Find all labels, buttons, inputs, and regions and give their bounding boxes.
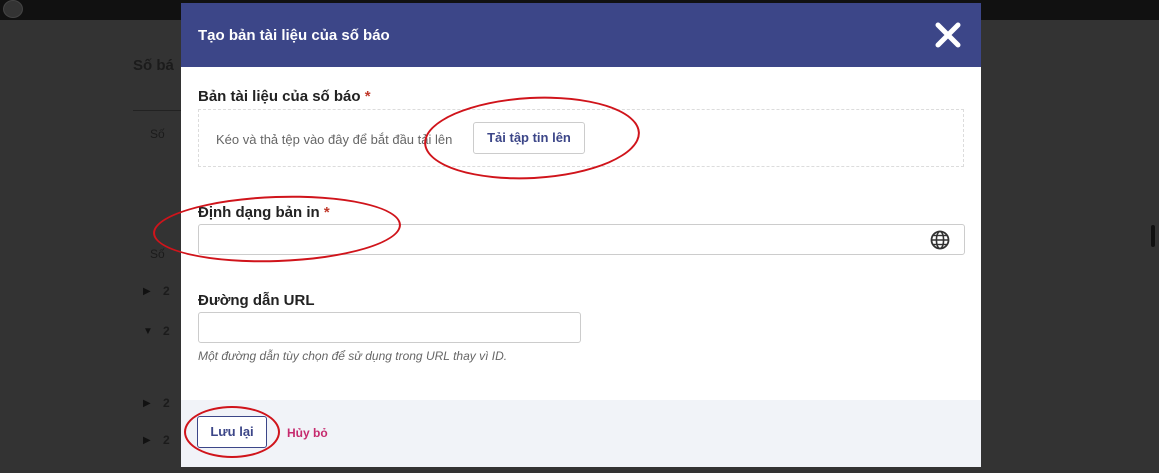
expand-arrow-icon: ▶ [143, 286, 151, 297]
close-icon [935, 22, 961, 48]
expand-arrow-icon: ▶ [143, 398, 151, 409]
background-heading: Số bá [133, 57, 174, 74]
modal-title: Tạo bản tài liệu của số báo [198, 27, 390, 44]
required-mark: * [364, 88, 371, 105]
background-row: 2 [163, 433, 170, 447]
background-row: 2 [163, 396, 170, 410]
background-row: 2 [163, 284, 170, 298]
close-button[interactable] [933, 20, 963, 50]
cancel-link[interactable]: Hủy bỏ [287, 426, 328, 440]
dropzone-text: Kéo và thả tệp vào đây để bắt đầu tải lê… [216, 132, 453, 147]
background-row: Số [150, 127, 165, 141]
globe-icon [930, 230, 950, 250]
document-field-label-text: Bản tài liệu của số báo [198, 88, 361, 105]
url-help-text: Một đường dẫn tùy chọn để sử dụng trong … [198, 349, 508, 363]
modal-footer: Lưu lại Hủy bỏ [181, 400, 981, 467]
background-scrollbar [1151, 225, 1155, 247]
collapse-arrow-icon: ▼ [143, 326, 153, 337]
url-input[interactable] [198, 312, 581, 343]
annotation-ellipse-save [184, 406, 280, 458]
app-logo [3, 0, 23, 18]
background-row: 2 [163, 324, 170, 338]
expand-arrow-icon: ▶ [143, 435, 151, 446]
modal-header: Tạo bản tài liệu của số báo [181, 3, 981, 67]
background-row: Số [150, 247, 165, 261]
document-field-label: Bản tài liệu của số báo * [198, 88, 371, 105]
url-field-label: Đường dẫn URL [198, 292, 315, 309]
